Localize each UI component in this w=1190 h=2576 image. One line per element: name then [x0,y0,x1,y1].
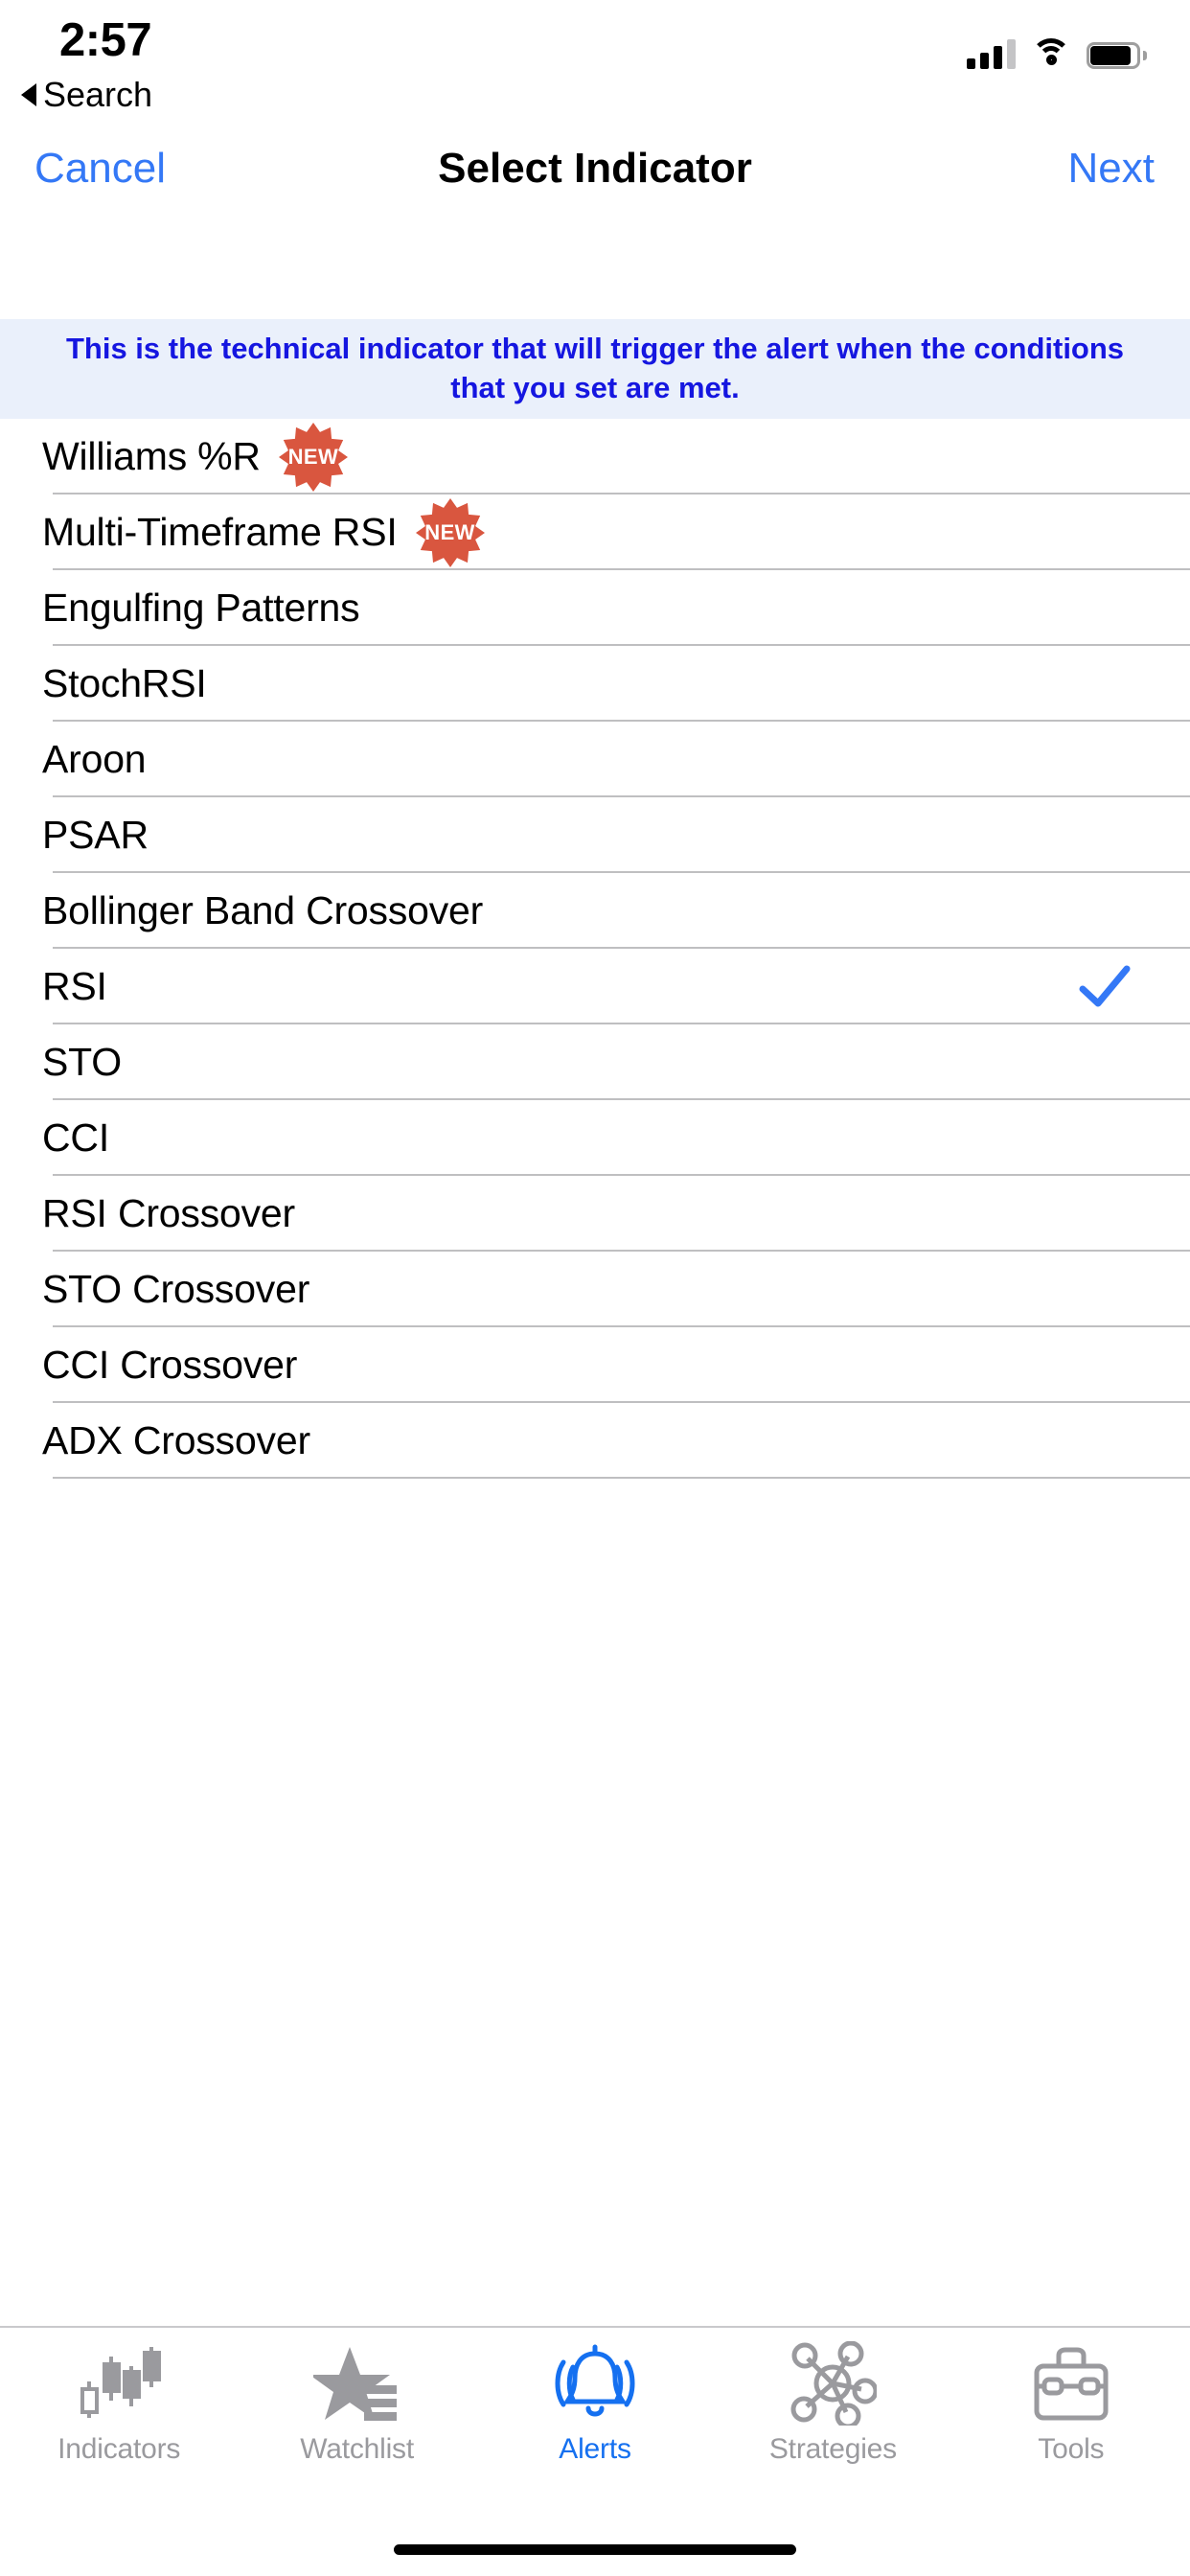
indicator-row[interactable]: STO Crossover [0,1252,1190,1327]
tab-label: Strategies [768,2433,897,2465]
new-badge-icon: NEW [415,497,486,568]
wifi-icon [1031,38,1071,69]
new-badge-icon: NEW [278,422,349,493]
tab-alerts[interactable]: Alerts [476,2339,714,2505]
navigation-bar: Cancel Select Indicator Next [0,126,1190,211]
indicator-row-label: CCI Crossover [42,1343,298,1387]
indicator-row-label: Bollinger Band Crossover [42,888,484,932]
tab-label: Indicators [57,2433,181,2465]
indicator-row[interactable]: PSAR [0,797,1190,873]
status-bar-indicators [967,27,1147,69]
tab-label: Watchlist [300,2433,414,2465]
indicator-row-label: StochRSI [42,661,207,705]
info-banner: This is the technical indicator that wil… [0,319,1190,419]
checkmark-icon [1077,959,1133,1015]
indicator-row[interactable]: CCI [0,1100,1190,1176]
status-bar: 2:57 Search [0,0,1190,126]
indicator-row[interactable]: ADX Crossover [0,1403,1190,1479]
indicator-row-label: STO Crossover [42,1267,310,1311]
indicator-row-label: RSI Crossover [42,1191,295,1235]
next-button[interactable]: Next [1068,145,1155,193]
status-bar-time: 2:57 [59,14,152,66]
indicator-row-label: Multi-Timeframe RSI [42,510,398,554]
indicator-row[interactable]: Engulfing Patterns [0,570,1190,646]
tab-tools[interactable]: Tools [952,2339,1190,2505]
back-to-search-label: Search [43,75,153,114]
app-screen: 2:57 Search Cancel Select Indicator Next… [0,0,1190,2576]
indicator-row-label: CCI [42,1116,110,1160]
tab-watchlist[interactable]: Watchlist [238,2339,475,2505]
home-indicator [394,2544,796,2555]
indicator-row-label: ADX Crossover [42,1418,310,1462]
indicator-row[interactable]: Multi-Timeframe RSI NEW [0,494,1190,570]
indicator-row-label: Aroon [42,737,147,781]
indicator-row[interactable]: STO [0,1024,1190,1100]
new-badge-label: NEW [424,519,475,544]
back-to-search-button[interactable]: Search [21,75,152,115]
tab-label: Tools [1038,2433,1105,2465]
tab-indicators[interactable]: Indicators [0,2339,238,2505]
tab-strategies[interactable]: Strategies [714,2339,951,2505]
indicator-row[interactable]: StochRSI [0,646,1190,722]
star-list-icon [312,2339,401,2427]
bell-ringing-icon [549,2339,641,2427]
indicator-row-label: RSI [42,964,107,1008]
network-nodes-icon [789,2339,878,2427]
toolbox-icon [1029,2339,1113,2427]
info-banner-text: This is the technical indicator that wil… [65,332,1125,404]
indicator-list[interactable]: Williams %R NEW Multi-Timeframe RSI NEW Engu… [0,419,1190,2326]
triangle-left-icon [21,83,36,106]
tab-bar: Indicators Watchlist Alerts Strategies Tools [0,2326,1190,2576]
tab-label: Alerts [559,2433,631,2465]
page-title: Select Indicator [438,145,752,192]
indicator-row[interactable]: Bollinger Band Crossover [0,873,1190,949]
indicator-row-label: Williams %R [42,434,261,478]
indicator-row-label: STO [42,1040,122,1084]
battery-full-icon [1087,42,1147,69]
indicator-row[interactable]: Williams %R NEW [0,419,1190,494]
indicator-row[interactable]: RSI Crossover [0,1176,1190,1252]
indicator-row[interactable]: RSI [0,949,1190,1024]
cellular-signal-icon [967,38,1016,69]
indicator-row-label: PSAR [42,813,149,857]
indicator-row[interactable]: CCI Crossover [0,1327,1190,1403]
indicator-row-label: Engulfing Patterns [42,586,360,630]
new-badge-label: NEW [287,444,339,469]
indicator-row[interactable]: Aroon [0,722,1190,797]
candlestick-chart-icon [77,2339,162,2427]
